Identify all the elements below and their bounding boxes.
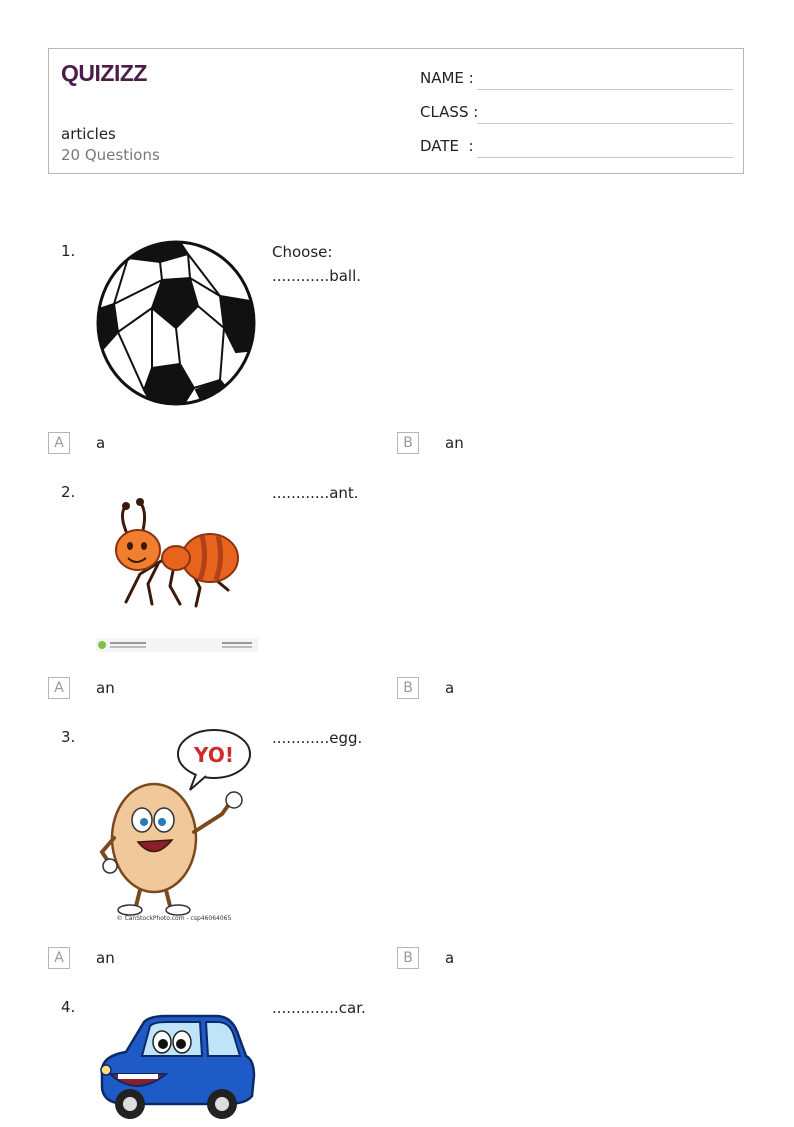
question-prompt: ............egg.: [272, 726, 362, 750]
soccer-ball-image: [96, 240, 256, 410]
question-prompt: ..............car.: [272, 996, 366, 1020]
class-field[interactable]: CLASS :: [420, 101, 733, 125]
question-number: 4.: [61, 998, 76, 1016]
option-a-text[interactable]: an: [96, 949, 115, 967]
question-number: 1.: [61, 242, 76, 260]
option-a-text[interactable]: a: [96, 434, 105, 452]
class-line[interactable]: [477, 123, 733, 124]
name-field[interactable]: NAME :: [420, 67, 733, 91]
question-line: ............egg.: [272, 729, 363, 747]
option-b-box[interactable]: B: [397, 947, 419, 969]
worksheet-title: articles: [61, 125, 116, 143]
question-prompt: Choose: ............ball.: [272, 240, 361, 288]
question-line: ............ant.: [272, 484, 359, 502]
date-label: DATE :: [420, 137, 474, 155]
option-a-box[interactable]: A: [48, 432, 70, 454]
option-a-text[interactable]: an: [96, 679, 115, 697]
car-image: [96, 1012, 256, 1127]
date-line[interactable]: [477, 157, 733, 158]
date-field[interactable]: DATE :: [420, 135, 733, 159]
worksheet-header: QUIZIZZ articles 20 Questions NAME : CLA…: [48, 48, 744, 174]
ant-image: [96, 484, 258, 658]
stock-watermark: © CanStockPhoto.com - csp46064065: [117, 915, 232, 922]
question-line: ..............car.: [272, 999, 366, 1017]
name-label: NAME :: [420, 69, 474, 87]
speech-bubble-text: YO!: [193, 743, 234, 767]
option-a-box[interactable]: A: [48, 947, 70, 969]
svg-text:QUIZIZZ: QUIZIZZ: [61, 60, 147, 86]
question-prompt: ............ant.: [272, 481, 359, 505]
option-a-box[interactable]: A: [48, 677, 70, 699]
question-number: 2.: [61, 483, 76, 501]
option-b-box[interactable]: B: [397, 432, 419, 454]
egg-image: YO! © CanStockPhoto.com - csp46064065: [96, 728, 256, 928]
question-number: 3.: [61, 728, 76, 746]
option-b-box[interactable]: B: [397, 677, 419, 699]
name-line[interactable]: [477, 89, 733, 90]
question-line: Choose:: [272, 243, 333, 261]
question-line: ............ball.: [272, 267, 362, 285]
option-b-text[interactable]: a: [445, 949, 454, 967]
question-count: 20 Questions: [61, 146, 160, 164]
quizizz-logo: QUIZIZZ: [61, 59, 161, 91]
option-b-text[interactable]: a: [445, 679, 454, 697]
option-b-text[interactable]: an: [445, 434, 464, 452]
class-label: CLASS :: [420, 103, 479, 121]
